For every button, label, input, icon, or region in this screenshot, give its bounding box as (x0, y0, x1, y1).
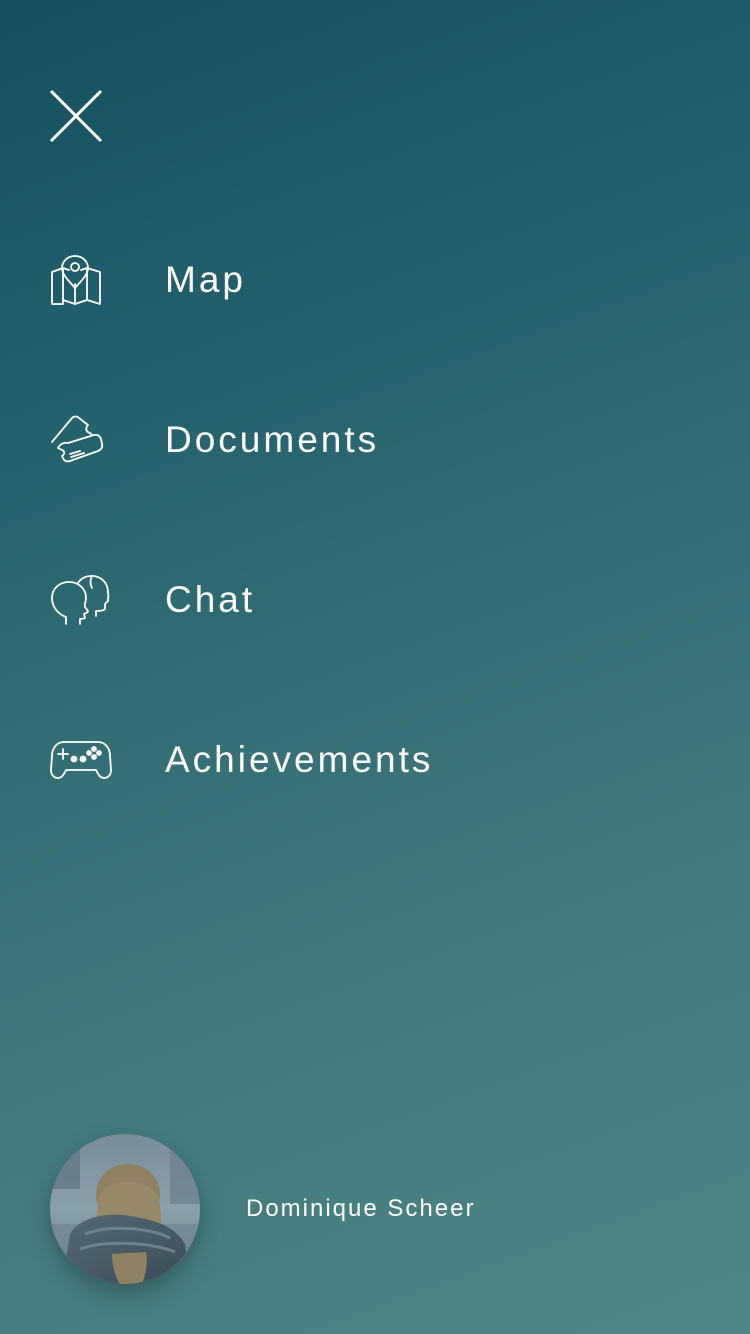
side-menu: Map Documents Chat Achievements (0, 0, 750, 900)
menu-item-label: Achievements (165, 739, 434, 780)
tickets-icon (50, 400, 165, 480)
menu-item-label: Map (165, 259, 246, 300)
people-heads-icon (50, 560, 165, 640)
user-profile[interactable]: Dominique Scheer (50, 1134, 650, 1284)
menu-item-chat[interactable]: Chat (50, 560, 700, 640)
avatar[interactable] (50, 1134, 200, 1284)
menu-item-achievements[interactable]: Achievements (50, 720, 700, 800)
menu-item-label: Documents (165, 419, 380, 460)
menu-item-map[interactable]: Map (50, 240, 700, 320)
gamepad-icon (50, 720, 165, 800)
user-name: Dominique Scheer (246, 1195, 476, 1222)
map-pin-icon (50, 240, 165, 320)
menu-item-documents[interactable]: Documents (50, 400, 700, 480)
menu-item-label: Chat (165, 579, 256, 620)
